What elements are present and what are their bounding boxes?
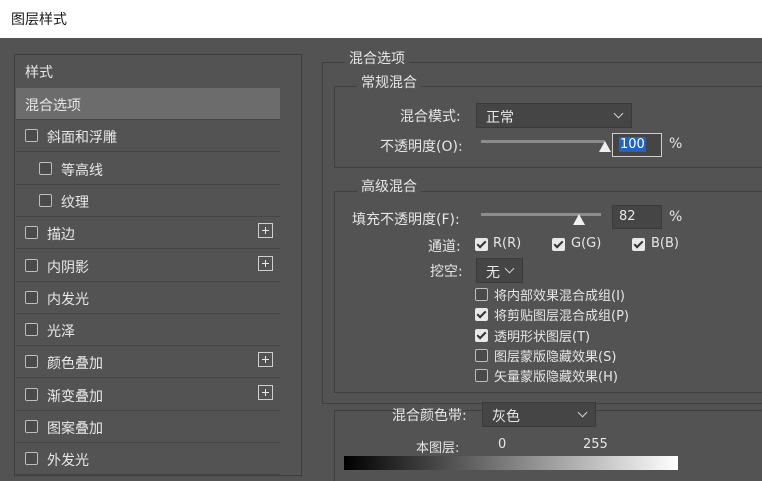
style-item-checkbox[interactable] xyxy=(25,355,38,369)
add-effect-plus-icon[interactable] xyxy=(258,384,273,400)
opacity-slider-track[interactable] xyxy=(481,140,605,143)
style-item-checkbox[interactable] xyxy=(25,258,38,272)
blend-interior-effects-checkbox[interactable] xyxy=(475,288,488,301)
dialog-title: 图层样式 xyxy=(11,12,67,28)
knockout-label: 挖空: xyxy=(430,264,463,280)
opacity-label: 不透明度(O): xyxy=(380,139,463,155)
style-item-outer-glow[interactable]: 外发光 xyxy=(16,443,280,476)
blend-if-select[interactable]: 灰色 xyxy=(482,402,596,427)
style-item-checkbox[interactable] xyxy=(25,129,38,143)
style-item-label: 等高线 xyxy=(61,162,103,179)
blend-mode-value: 正常 xyxy=(486,110,514,126)
blend-clipped-layers-label: 将剪贴图层混合成组(P) xyxy=(494,309,629,325)
style-item-checkbox[interactable] xyxy=(39,193,52,207)
advanced-blending-title: 高级混合 xyxy=(357,176,421,196)
style-item-label: 描边 xyxy=(47,227,75,244)
general-blending-title: 常规混合 xyxy=(357,72,421,92)
fill-opacity-label: 填充不透明度(F): xyxy=(352,212,460,228)
channel-g-checkbox[interactable] xyxy=(552,238,565,251)
style-item-label: 外发光 xyxy=(47,453,89,470)
fill-opacity-input[interactable]: 82 xyxy=(612,205,662,229)
vector-mask-hides-effects-checkbox[interactable] xyxy=(475,369,488,383)
style-item-checkbox[interactable] xyxy=(25,420,38,433)
channel-b-checkbox[interactable] xyxy=(632,238,645,251)
style-item-bevel-emboss[interactable]: 斜面和浮雕 xyxy=(16,120,280,153)
this-layer-high-value: 255 xyxy=(583,437,608,452)
blend-interior-effects-label: 将内部效果混合成组(I) xyxy=(494,289,625,304)
style-item-label: 混合选项 xyxy=(25,98,81,114)
channels-label: 通道: xyxy=(428,239,461,255)
blend-if-label: 混合颜色带: xyxy=(392,408,467,424)
style-item-label: 斜面和浮雕 xyxy=(47,130,117,147)
style-item-inner-shadow[interactable]: 内阴影 xyxy=(16,250,280,282)
this-layer-label: 本图层: xyxy=(416,441,460,456)
style-item-checkbox[interactable] xyxy=(25,226,38,240)
style-item-contour[interactable]: 等高线 xyxy=(16,153,280,185)
fill-opacity-unit: % xyxy=(669,209,683,225)
styles-list-panel: 样式 混合选项斜面和浮雕等高线纹理描边内阴影内发光光泽颜色叠加渐变叠加图案叠加外… xyxy=(14,54,302,476)
style-item-checkbox[interactable] xyxy=(39,161,52,175)
blend-mode-select[interactable]: 正常 xyxy=(476,103,632,128)
opacity-value: 100 xyxy=(619,137,646,152)
style-item-stroke[interactable]: 描边 xyxy=(16,217,280,250)
opacity-slider-thumb[interactable] xyxy=(599,141,611,152)
knockout-select[interactable]: 无 xyxy=(476,258,523,283)
blend-if-value: 灰色 xyxy=(492,409,520,425)
style-item-checkbox[interactable] xyxy=(25,387,38,401)
style-item-label: 内阴影 xyxy=(47,259,89,276)
add-effect-plus-icon[interactable] xyxy=(258,255,273,271)
style-item-pattern-overlay[interactable]: 图案叠加 xyxy=(16,411,280,443)
style-item-gradient-overlay[interactable]: 渐变叠加 xyxy=(16,379,280,411)
channel-r-checkbox[interactable] xyxy=(475,238,488,251)
style-item-label: 图案叠加 xyxy=(47,421,103,437)
chevron-down-icon xyxy=(504,263,515,274)
style-item-label: 纹理 xyxy=(61,194,89,211)
channel-b-label: B(B) xyxy=(651,236,679,251)
this-layer-gradient-bar[interactable] xyxy=(344,456,678,470)
knockout-value: 无 xyxy=(486,265,500,281)
dialog-titlebar: 图层样式 xyxy=(0,0,762,38)
channel-r-label: R(R) xyxy=(493,236,522,251)
this-layer-low-value: 0 xyxy=(498,437,507,452)
style-item-label: 光泽 xyxy=(47,324,75,341)
styles-header: 样式 xyxy=(25,65,53,81)
opacity-unit: % xyxy=(669,136,683,152)
transparency-shapes-layer-checkbox[interactable] xyxy=(475,328,488,342)
style-item-satin[interactable]: 光泽 xyxy=(16,314,280,347)
vector-mask-hides-effects-label: 矢量蒙版隐藏效果(H) xyxy=(494,370,618,386)
style-item-color-overlay[interactable]: 颜色叠加 xyxy=(16,346,280,379)
style-item-checkbox[interactable] xyxy=(25,452,38,466)
add-effect-plus-icon[interactable] xyxy=(258,223,273,239)
style-item-label: 颜色叠加 xyxy=(47,356,103,373)
transparency-shapes-layer-label: 透明形状图层(T) xyxy=(494,329,591,345)
channel-g-label: G(G) xyxy=(571,236,602,251)
style-item-inner-glow[interactable]: 内发光 xyxy=(16,282,280,314)
style-item-texture[interactable]: 纹理 xyxy=(16,185,280,217)
style-item-checkbox[interactable] xyxy=(25,290,38,304)
blend-mode-label: 混合模式: xyxy=(400,109,461,125)
blend-options-title: 混合选项 xyxy=(345,48,409,68)
layer-mask-hides-effects-label: 图层蒙版隐藏效果(S) xyxy=(494,349,617,365)
style-item-checkbox[interactable] xyxy=(25,323,38,337)
opacity-input[interactable]: 100 xyxy=(612,133,662,157)
style-item-label: 内发光 xyxy=(47,291,89,308)
fill-opacity-slider-thumb[interactable] xyxy=(573,214,586,225)
add-effect-plus-icon[interactable] xyxy=(258,352,273,368)
chevron-down-icon xyxy=(577,407,588,418)
style-item-label: 渐变叠加 xyxy=(47,388,103,405)
chevron-down-icon xyxy=(613,108,624,119)
blend-clipped-layers-checkbox[interactable] xyxy=(475,308,488,322)
fill-opacity-value: 82 xyxy=(619,209,636,224)
style-item-blending-options[interactable]: 混合选项 xyxy=(16,88,280,120)
layer-mask-hides-effects-checkbox[interactable] xyxy=(475,348,488,362)
